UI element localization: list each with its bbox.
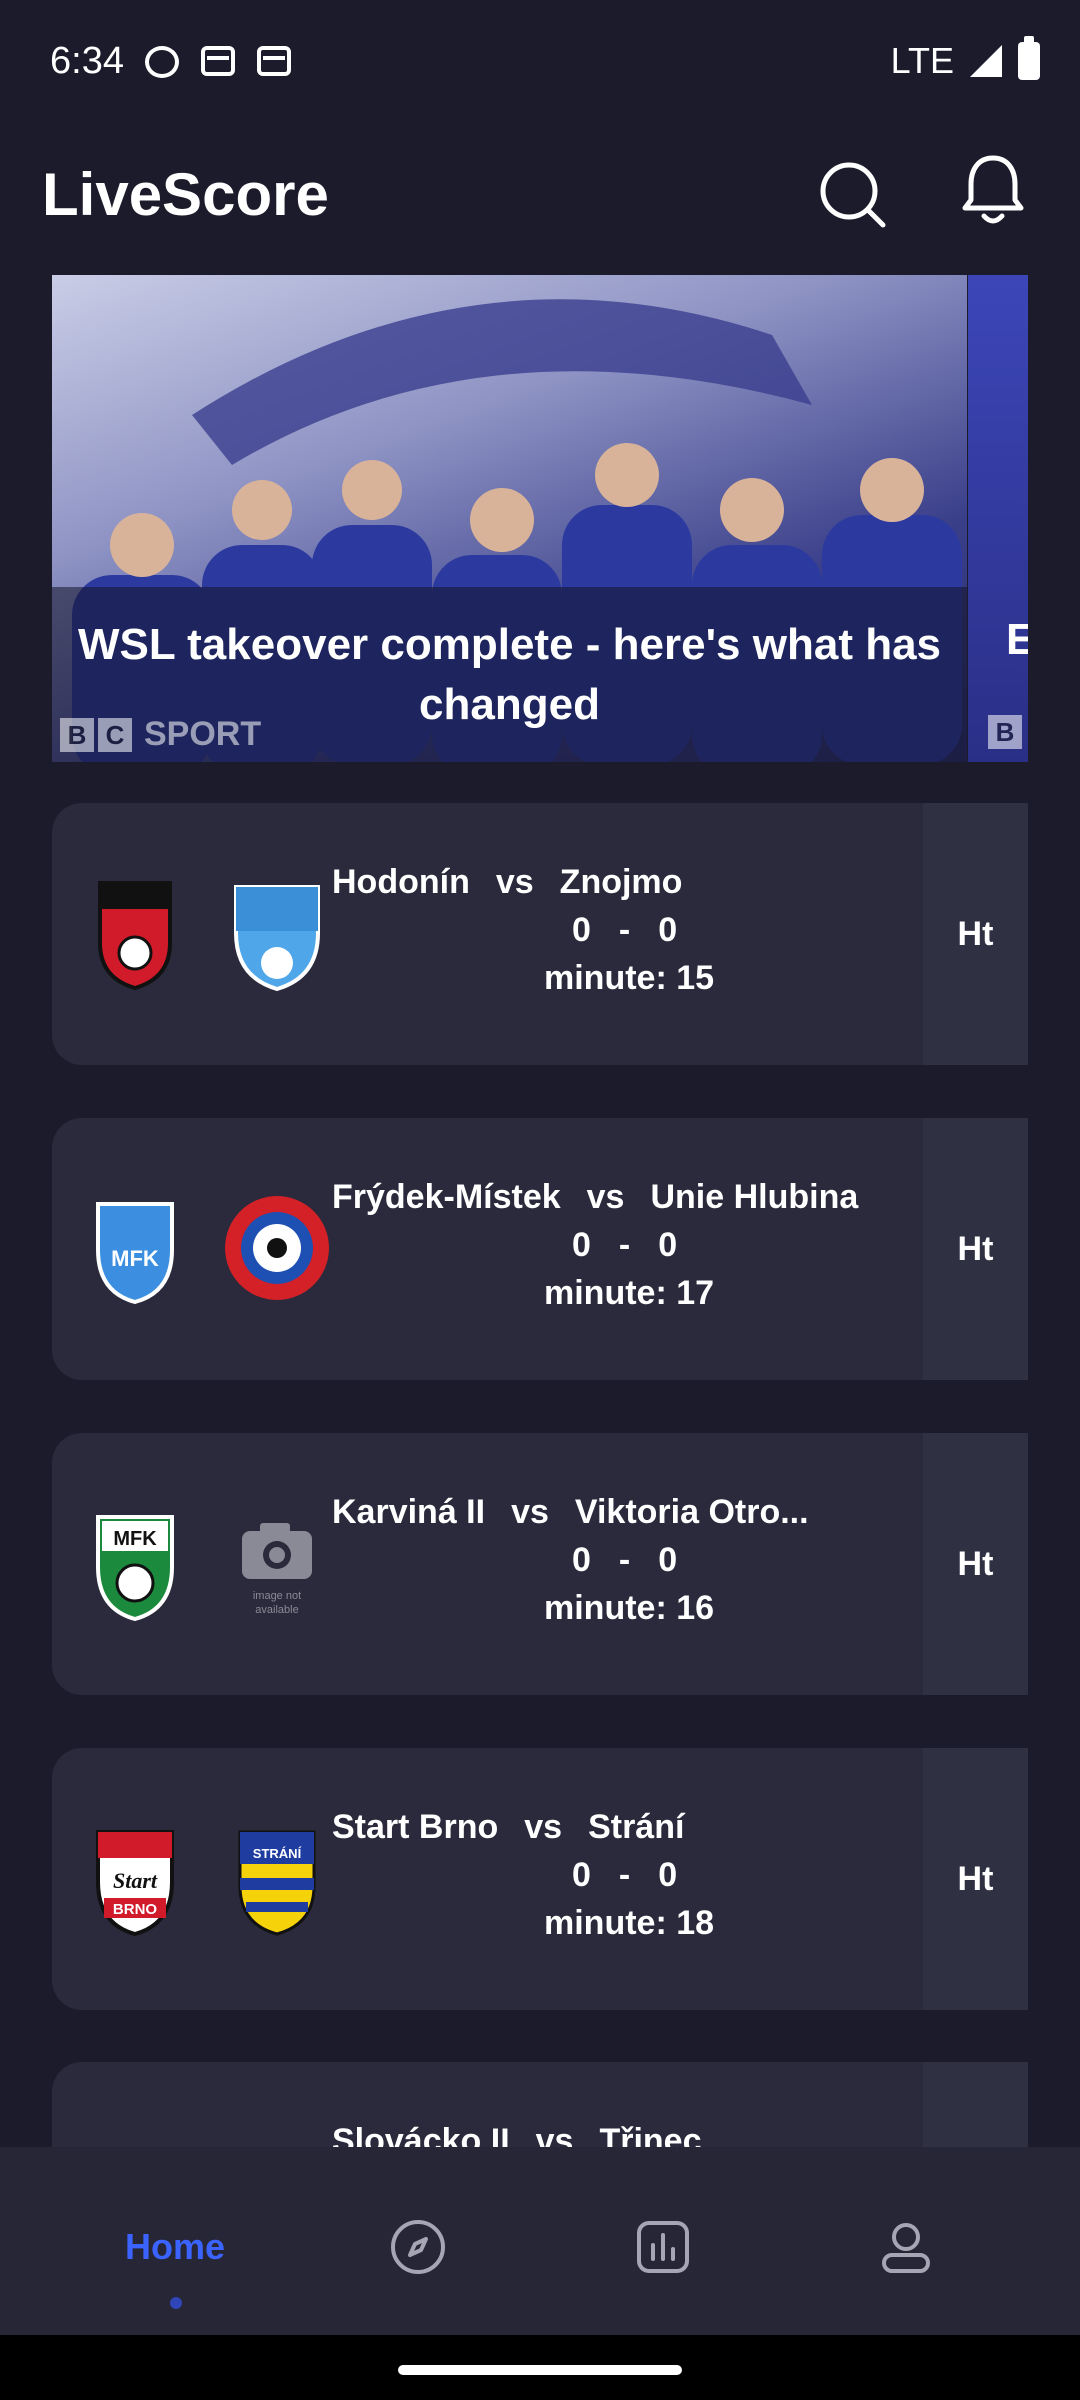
match-minute: minute: 18	[544, 1904, 715, 1942]
signal-icon	[970, 45, 1002, 77]
score-separator: -	[618, 911, 631, 949]
home-team-name: Hodonín	[332, 863, 470, 901]
unie-hlubina-crest-icon	[225, 1196, 329, 1300]
battery-icon	[1018, 36, 1040, 80]
network-type: LTE	[890, 40, 954, 81]
home-score: 0	[572, 1856, 591, 1894]
tj-start-brno-crest-icon: Start BRNO	[96, 1830, 174, 1937]
notifications-button[interactable]	[958, 150, 1028, 230]
svg-text:Start: Start	[113, 1868, 158, 1893]
match-teams: Hodonín vs Znojmo	[332, 863, 682, 902]
news-title-line: WSL takeover complete - here's what has	[77, 620, 942, 669]
match-card[interactable]: Start BRNO STRÁNÍ Start Brno vs Strání 0-0…	[52, 1748, 1028, 2010]
match-card[interactable]: MFK image not available Karviná II vs Vikt…	[52, 1433, 1028, 1695]
news-carousel[interactable]: WSL takeover complete - here's what has …	[52, 275, 1028, 762]
search-button[interactable]	[818, 160, 888, 230]
home-score: 0	[572, 1226, 591, 1264]
away-score: 0	[658, 911, 678, 949]
news-card[interactable]: WSL takeover complete - here's what has …	[52, 275, 967, 762]
search-icon	[820, 162, 886, 228]
home-score: 0	[572, 1541, 591, 1579]
match-teams: Karviná II vs Viktoria Otro...	[332, 1493, 809, 1532]
match-status: Ht	[957, 914, 994, 953]
nav-item-stats[interactable]	[603, 2207, 723, 2287]
home-team-name: Start Brno	[332, 1808, 499, 1846]
news-source-logo: B C SPORT	[60, 715, 261, 754]
vs-label: vs	[586, 1178, 625, 1216]
home-gesture-bar[interactable]	[398, 2365, 682, 2375]
nav-item-explore[interactable]	[358, 2207, 478, 2287]
vs-label: vs	[524, 1808, 563, 1846]
vs-label: vs	[495, 863, 534, 901]
svg-text:MFK: MFK	[111, 1246, 159, 1271]
match-score: 0-0	[572, 1856, 677, 1895]
match-teams: Frýdek-Místek vs Unie Hlubina	[332, 1178, 858, 1217]
bell-icon	[962, 155, 1024, 224]
match-minute: minute: 15	[544, 959, 715, 997]
mfk-frydek-mistek-crest-icon: MFK	[96, 1202, 174, 1305]
news-title-partial: E	[1006, 615, 1028, 664]
home-team-name: Frýdek-Místek	[332, 1178, 561, 1216]
bbc-logo-letter: B	[988, 715, 1022, 749]
svg-text:MFK: MFK	[113, 1528, 157, 1550]
score-separator: -	[618, 1541, 631, 1579]
1sc-znojmo-crest-icon	[234, 885, 320, 992]
bottom-navigation: Home	[0, 2147, 1080, 2335]
away-score: 0	[658, 1856, 678, 1894]
image-not-available-icon: image not available	[242, 1523, 312, 1616]
nav-home-label: Home	[124, 2226, 226, 2267]
score-separator: -	[618, 1226, 631, 1264]
match-card[interactable]: MFK Frýdek-Místek vs Unie Hlubina 0-0 minu…	[52, 1118, 1028, 1380]
status-right-group: LTE	[890, 36, 1040, 82]
nav-item-profile[interactable]	[846, 2207, 966, 2287]
svg-text:BRNO: BRNO	[113, 1901, 157, 1918]
svg-text:image not: image not	[253, 1590, 301, 1602]
home-team-name: Karviná II	[332, 1493, 486, 1531]
match-minute: minute: 17	[544, 1274, 715, 1312]
stats-icon	[637, 2221, 689, 2273]
away-team-name: Unie Hlubina	[650, 1178, 859, 1216]
compass-icon	[391, 2220, 445, 2274]
bbc-logo-letter: C	[98, 717, 132, 752]
status-bar: 6:34 LTE	[0, 0, 1080, 130]
news-card-next[interactable]: E B	[968, 275, 1028, 762]
match-score: 0-0	[572, 911, 677, 950]
match-score: 0-0	[572, 1541, 677, 1580]
away-score: 0	[658, 1226, 678, 1264]
status-notification-icons	[145, 46, 291, 78]
calendar-icon	[201, 46, 235, 76]
home-score: 0	[572, 911, 591, 949]
bbc-logo-letter: B	[60, 717, 94, 752]
svg-text:STRÁNÍ: STRÁNÍ	[253, 1846, 302, 1861]
away-score: 0	[658, 1541, 678, 1579]
cat-notification-icon	[145, 46, 179, 78]
away-team-name: Strání	[588, 1808, 685, 1846]
score-separator: -	[618, 1856, 631, 1894]
match-teams: Start Brno vs Strání	[332, 1808, 684, 1847]
app-title: LiveScore	[42, 161, 329, 228]
active-indicator-dot	[170, 2297, 182, 2309]
fc-strani-crest-icon: STRÁNÍ	[238, 1830, 316, 1936]
status-time: 6:34	[50, 40, 124, 82]
away-team-name: Znojmo	[559, 863, 683, 901]
match-minute: minute: 16	[544, 1589, 715, 1627]
match-status: Ht	[957, 1229, 994, 1268]
svg-text:available: available	[255, 1604, 298, 1616]
match-score: 0-0	[572, 1226, 677, 1265]
calendar-icon	[257, 46, 291, 76]
match-status: Ht	[957, 1544, 994, 1583]
mfk-karvina-crest-icon: MFK	[96, 1515, 174, 1622]
away-team-name: Viktoria Otro...	[574, 1493, 809, 1531]
source-text: SPORT	[144, 715, 262, 753]
vs-label: vs	[511, 1493, 549, 1531]
match-card[interactable]: Hodonín vs Znojmo 0-0 minute: 15 Ht	[52, 803, 1028, 1065]
fk-hodonin-crest-icon	[98, 881, 172, 991]
nav-item-home[interactable]: Home	[115, 2207, 235, 2287]
profile-icon	[882, 2223, 930, 2273]
match-status: Ht	[957, 1859, 994, 1898]
